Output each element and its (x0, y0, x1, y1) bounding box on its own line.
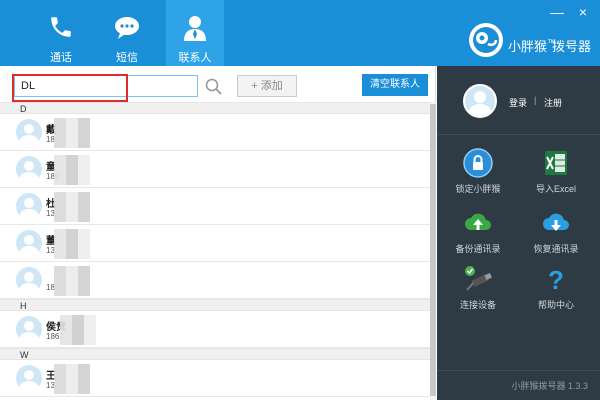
contact-row[interactable]: 董 13 (0, 225, 430, 262)
contact-row[interactable]: 杜 13 (0, 188, 430, 225)
avatar (16, 365, 42, 391)
tab-sms[interactable]: 短信 (98, 0, 156, 66)
cloud-download-icon (543, 213, 569, 231)
login-link[interactable]: 登录 (509, 96, 527, 109)
lock-icon (463, 148, 493, 178)
avatar (16, 316, 42, 342)
group-header-h: H (0, 299, 430, 311)
redaction-block (54, 118, 90, 148)
contact-list[interactable]: D 戴 18 童 189 杜 13 董 13 18 H 侯贵 1867 W 王 … (0, 102, 430, 400)
backup-contacts-button[interactable]: 备份通讯录 (443, 208, 513, 258)
redaction-block (54, 192, 90, 222)
redaction-block (54, 266, 90, 296)
redaction-block (54, 364, 90, 394)
help-center-button[interactable]: ? 帮助中心 (521, 264, 591, 314)
import-excel-label: 导入Excel (535, 184, 576, 194)
tab-contacts[interactable]: 联系人 (166, 0, 224, 66)
avatar (16, 119, 42, 145)
excel-icon (545, 151, 567, 175)
avatar (16, 230, 42, 256)
user-avatar[interactable] (463, 84, 497, 118)
redaction-block (54, 155, 90, 185)
import-excel-button[interactable]: 导入Excel (521, 148, 591, 198)
contacts-icon (184, 16, 206, 41)
lock-app-button[interactable]: 锁定小胖猴 (443, 148, 513, 198)
sidebar-divider (437, 134, 600, 135)
connect-device-button[interactable]: 连接设备 (443, 264, 513, 314)
person-icon (19, 124, 39, 145)
svg-text:?: ? (548, 265, 564, 294)
tab-calls[interactable]: 通话 (32, 0, 90, 66)
brand-name: 小胖猴™ (508, 37, 557, 54)
contact-row[interactable]: 童 189 (0, 151, 430, 188)
add-contact-button[interactable]: + 添加 (237, 75, 297, 97)
backup-contacts-label: 备份通讯录 (455, 244, 501, 254)
app-version: 小胖猴拨号器 1.3.3 (511, 381, 588, 391)
tab-contacts-label: 联系人 (178, 52, 212, 64)
tab-sms-label: 短信 (116, 52, 138, 64)
contacts-panel: + 添加 清空联系人 D 戴 18 童 189 杜 13 (0, 66, 436, 400)
close-button[interactable]: × (574, 4, 592, 20)
contact-list-scrollbar[interactable] (430, 102, 436, 400)
group-header-d: D (0, 102, 430, 114)
sidebar-footer-divider (437, 370, 600, 371)
help-icon: ? (548, 265, 564, 294)
contact-row[interactable]: 戴 18 (0, 114, 430, 151)
sidebar-panel: 登录 | 注册 锁定小胖猴 导入Excel 备份通讯录 恢复通讯录 连接设备 ?… (437, 66, 600, 400)
brand-logo-icon (469, 23, 503, 57)
person-icon (19, 198, 39, 219)
account-separator: | (534, 95, 537, 105)
sms-icon (115, 17, 139, 39)
lock-app-label: 锁定小胖猴 (455, 184, 501, 194)
restore-contacts-button[interactable]: 恢复通讯录 (521, 208, 591, 258)
connect-device-label: 连接设备 (459, 300, 496, 310)
person-icon (19, 321, 39, 342)
brand-suffix: 拨号器 (552, 39, 592, 54)
contact-row[interactable]: 侯贵 1867 (0, 311, 430, 348)
person-icon (19, 235, 39, 256)
restore-contacts-label: 恢复通讯录 (533, 244, 579, 254)
minimize-button[interactable]: — (548, 4, 566, 20)
search-button[interactable] (202, 75, 226, 97)
contact-row[interactable]: 18 (0, 262, 430, 299)
avatar (16, 193, 42, 219)
redaction-block (54, 229, 90, 259)
avatar (16, 156, 42, 182)
register-link[interactable]: 注册 (544, 96, 562, 109)
app-header: 通话 短信 联系人 — × 小胖猴™ 拨号器 (0, 0, 600, 66)
search-icon (205, 78, 222, 95)
person-icon (468, 91, 492, 116)
person-icon (19, 272, 39, 293)
person-icon (19, 161, 39, 182)
usb-connect-icon (465, 266, 492, 291)
cloud-upload-icon (465, 213, 491, 230)
scrollbar-thumb[interactable] (430, 104, 436, 396)
contact-row[interactable]: 王 13 (0, 360, 430, 397)
group-header-w: W (0, 348, 430, 360)
redaction-block (60, 315, 96, 345)
tab-calls-label: 通话 (50, 52, 72, 64)
help-center-label: 帮助中心 (537, 300, 574, 310)
clear-contacts-button[interactable]: 清空联系人 (362, 74, 428, 96)
search-input[interactable] (14, 75, 198, 97)
contacts-toolbar: + 添加 清空联系人 (0, 66, 436, 102)
person-icon (19, 370, 39, 391)
phone-icon (51, 17, 71, 37)
avatar (16, 267, 42, 293)
